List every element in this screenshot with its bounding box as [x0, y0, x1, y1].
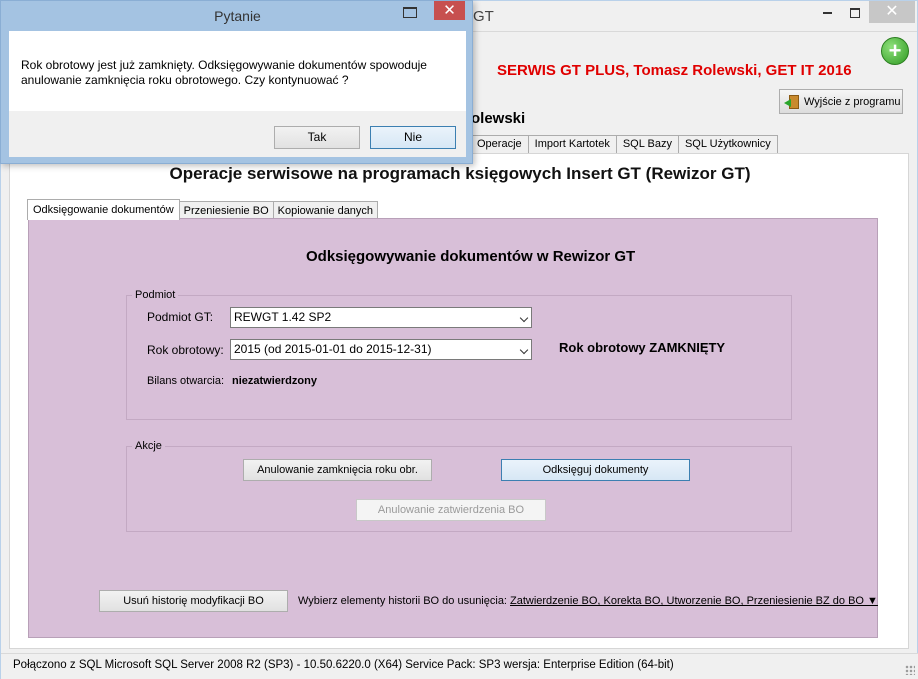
podmiot-select[interactable]: REWGT 1.42 SP2 [230, 307, 532, 328]
rok-select[interactable]: 2015 (od 2015-01-01 do 2015-12-31) [230, 339, 532, 360]
chevron-down-icon [519, 345, 529, 355]
exit-door-icon [784, 94, 800, 109]
sub-tabs: Odksięgowanie dokumentów Przeniesienie B… [27, 199, 379, 220]
tab-operacje[interactable]: Operacje [470, 135, 529, 153]
dialog-body: Rok obrotowy jest już zamknięty. Odksięg… [9, 31, 466, 111]
exit-button[interactable]: Wyjście z programu [779, 89, 903, 114]
maximize-button[interactable] [841, 1, 869, 23]
dialog-close-button[interactable]: ✕ [434, 1, 465, 20]
add-icon[interactable]: + [881, 37, 909, 65]
tab-content-area [28, 218, 878, 638]
usun-historie-button[interactable]: Usuń historię modyfikacji BO [99, 590, 288, 612]
status-text: Połączono z SQL Microsoft SQL Server 200… [13, 659, 674, 671]
close-button[interactable]: ✕ [869, 1, 915, 23]
bilans-label: Bilans otwarcia: [147, 375, 225, 387]
history-select[interactable]: Zatwierdzenie BO, Korekta BO, Utworzenie… [510, 595, 878, 607]
content-title: Odksięgowywanie dokumentów w Rewizor GT [306, 248, 636, 265]
anuluj-bo-button[interactable]: Anulowanie zatwierdzenia BO [356, 499, 546, 521]
exit-button-label: Wyjście z programu [804, 95, 901, 108]
question-dialog: Pytanie ✕ Rok obrotowy jest już zamknięt… [0, 0, 473, 164]
top-tabs: Operacje Import Kartotek SQL Bazy SQL Uż… [470, 135, 778, 153]
dialog-footer: Tak Nie [9, 111, 466, 157]
close-icon: ✕ [443, 2, 456, 19]
window-menu-icon[interactable] [403, 7, 417, 18]
no-button[interactable]: Nie [370, 126, 456, 149]
odksieguj-button[interactable]: Odksięguj dokumenty [501, 459, 690, 481]
rok-status: Rok obrotowy ZAMKNIĘTY [559, 340, 726, 355]
minimize-button[interactable] [813, 1, 841, 23]
minimize-icon [822, 12, 832, 15]
window-title: GT [473, 8, 494, 25]
dialog-titlebar: Pytanie ✕ [1, 1, 472, 30]
yes-button[interactable]: Tak [274, 126, 360, 149]
podmiot-label: Podmiot GT: [147, 310, 214, 324]
akcje-group-label: Akcje [132, 440, 165, 452]
brand-text: SERWIS GT PLUS, Tomasz Rolewski, GET IT … [497, 62, 852, 79]
bilans-value: niezatwierdzony [232, 375, 317, 387]
user-name-partial: olewski [471, 110, 526, 127]
tab-sql-uzytkownicy[interactable]: SQL Użytkownicy [677, 135, 778, 153]
history-select-label: Wybierz elementy historii BO do usunięci… [298, 595, 507, 607]
rok-select-value: 2015 (od 2015-01-01 do 2015-12-31) [234, 342, 432, 356]
podmiot-group-label: Podmiot [132, 289, 179, 301]
close-icon: ✕ [885, 3, 899, 20]
section-title: Operacje serwisowe na programach księgow… [169, 164, 751, 183]
anuluj-zamkniecie-button[interactable]: Anulowanie zamknięcia roku obr. [243, 459, 432, 481]
tab-sql-bazy[interactable]: SQL Bazy [615, 135, 679, 153]
maximize-icon [850, 8, 860, 19]
podmiot-select-value: REWGT 1.42 SP2 [234, 310, 332, 324]
rok-label: Rok obrotowy: [147, 343, 224, 357]
tab-import-kartotek[interactable]: Import Kartotek [527, 135, 617, 153]
status-bar: Połączono z SQL Microsoft SQL Server 200… [1, 653, 918, 679]
tab-odksiegowanie[interactable]: Odksięgowanie dokumentów [27, 199, 180, 220]
dialog-message: Rok obrotowy jest już zamknięty. Odksięg… [21, 58, 427, 87]
chevron-down-icon [519, 313, 529, 323]
resize-grip-icon[interactable] [905, 665, 915, 675]
